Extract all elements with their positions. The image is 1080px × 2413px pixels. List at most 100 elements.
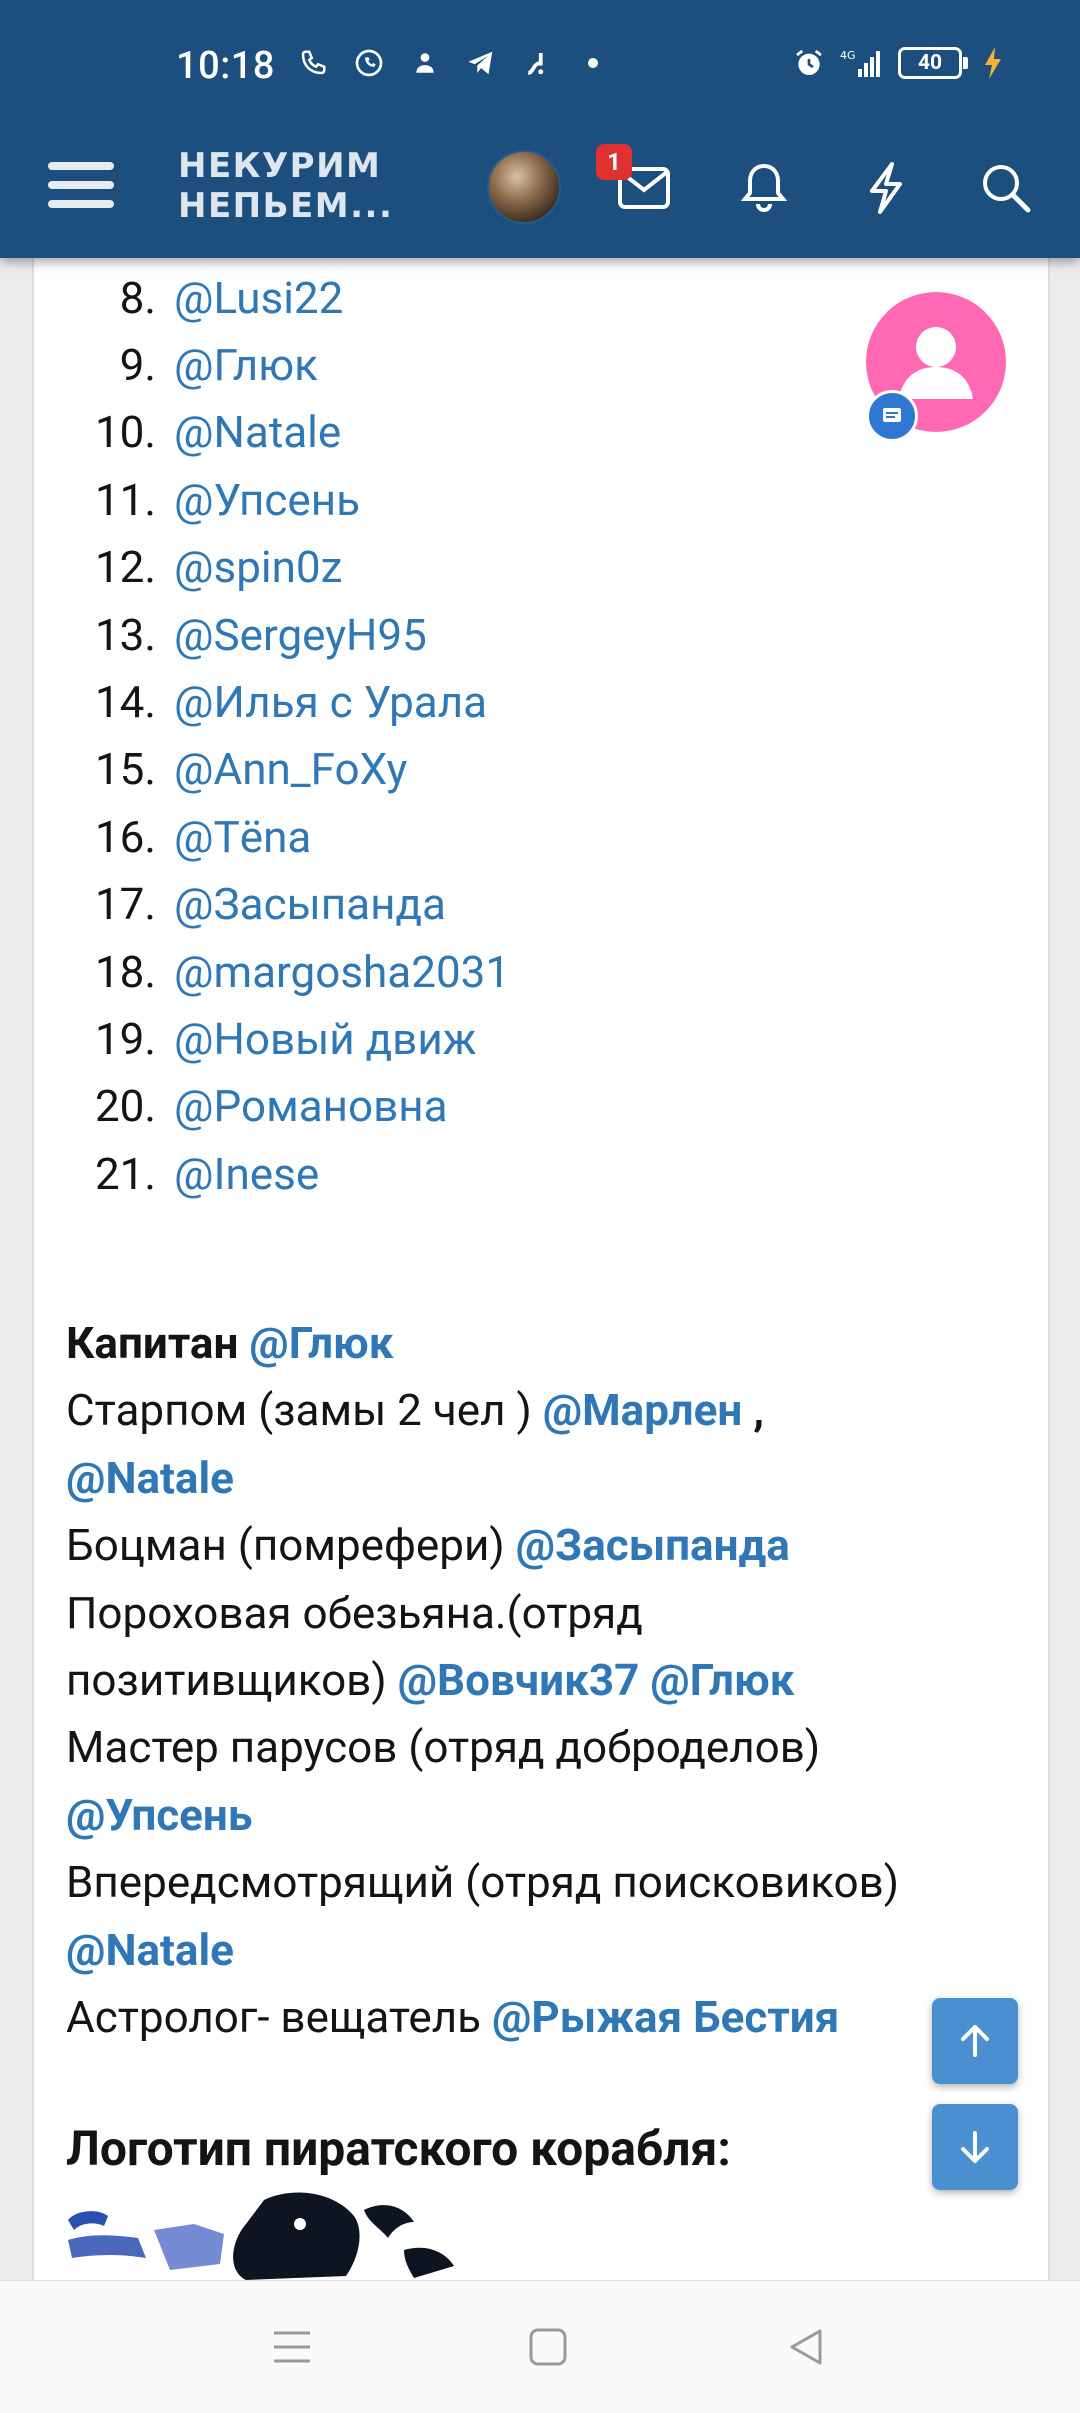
- list-item: 9. @Глюк: [34, 331, 510, 398]
- user-mention[interactable]: @Упсень: [66, 1789, 252, 1841]
- brand-line-1: НЕКУРИМ: [178, 146, 382, 186]
- menu-button[interactable]: [48, 152, 114, 218]
- list-number: 12.: [94, 541, 156, 594]
- alerts-button[interactable]: [734, 158, 794, 218]
- user-mention[interactable]: @Марлен: [543, 1384, 743, 1436]
- user-mention[interactable]: @Новый движ: [174, 1013, 476, 1065]
- search-button[interactable]: [976, 158, 1036, 218]
- list-number: 14.: [94, 676, 156, 729]
- crew-roles: Капитан @Глюк Старпом (замы 2 чел ) @Мар…: [66, 1310, 1026, 2051]
- notification-badge: 1: [596, 144, 632, 180]
- list-number: 9.: [119, 339, 156, 392]
- user-mention[interactable]: @Natale: [174, 406, 341, 458]
- home-button[interactable]: [518, 2317, 578, 2377]
- role-botsman: Боцман (помрефери) @Засыпанда: [66, 1512, 1026, 1579]
- pirate-logo-image[interactable]: [64, 2190, 544, 2282]
- list-item: 17. @Засыпанда: [34, 871, 510, 938]
- scroll-down-button[interactable]: [932, 2104, 1018, 2190]
- role-label: позитивщиков): [66, 1654, 387, 1707]
- user-mention[interactable]: @Засыпанда: [516, 1519, 790, 1571]
- user-mention[interactable]: @spin0z: [174, 541, 342, 593]
- status-bar: 10:18 4G 40: [0, 0, 1080, 130]
- chat-badge[interactable]: [866, 390, 918, 442]
- list-item: 12. @spin0z: [34, 534, 510, 601]
- signal-4g-icon: 4G: [840, 46, 884, 80]
- list-number: 8.: [119, 271, 156, 324]
- user-mention[interactable]: @Илья с Урала: [174, 676, 487, 728]
- list-number: 21.: [94, 1147, 156, 1200]
- user-mention[interactable]: @margosha2031: [174, 946, 510, 998]
- list-number: 10.: [94, 406, 156, 459]
- user-mention[interactable]: @Natale: [66, 1924, 234, 1976]
- person-icon: [408, 46, 442, 80]
- menu-icon: [48, 162, 114, 170]
- arrow-down-icon: [961, 2131, 989, 2163]
- status-system-icons: 4G 40: [792, 46, 1010, 80]
- role-powder-monkey: Пороховая обезьяна.(отряд позитивщиков) …: [66, 1580, 1026, 1715]
- battery-icon: 40: [898, 47, 968, 79]
- post-content: 8. @Lusi22 9. @Глюк 10. @Natale 11. @Упсень …: [32, 240, 1050, 2280]
- role-label: Боцман (помрефери): [66, 1519, 505, 1572]
- flag-alert-icon: [520, 46, 554, 80]
- list-number: 18.: [94, 945, 156, 998]
- user-mention[interactable]: @Вовчик37: [398, 1654, 640, 1706]
- site-logo[interactable]: НЕКУРИМ НЕПЬЕМ...: [178, 146, 398, 226]
- list-item: 20. @Романовна: [34, 1073, 510, 1140]
- home-icon: [529, 2328, 567, 2366]
- user-mention[interactable]: @SergeyH95: [174, 609, 427, 661]
- user-mention[interactable]: @Inese: [174, 1148, 319, 1200]
- back-button[interactable]: [776, 2317, 836, 2377]
- separator: ,: [742, 1384, 765, 1437]
- user-mention[interactable]: @Lusi22: [174, 272, 343, 324]
- scroll-up-button[interactable]: [932, 1998, 1018, 2084]
- list-number: 13.: [94, 608, 156, 661]
- battery-level: 40: [917, 51, 943, 75]
- list-item: 13. @SergeyH95: [34, 601, 510, 668]
- list-number: 19.: [94, 1012, 156, 1065]
- user-mention[interactable]: @Глюк: [174, 339, 318, 391]
- list-item: 15. @Ann_FoXy: [34, 736, 510, 803]
- brand-line-2: НЕПЬЕМ...: [178, 186, 394, 226]
- user-mention[interactable]: @Ann_FoXy: [174, 743, 407, 795]
- role-sails-master: Мастер парусов (отряд доброделов) @Упсен…: [66, 1714, 1026, 1849]
- arrow-up-icon: [961, 2025, 989, 2057]
- search-icon: [983, 165, 1031, 213]
- charging-icon: [976, 46, 1010, 80]
- list-number: 17.: [94, 878, 156, 931]
- forum-top-bar: НЕКУРИМ НЕПЬЕМ... 1: [0, 130, 1080, 258]
- list-item: 18. @margosha2031: [34, 938, 510, 1005]
- list-item: 11. @Упсень: [34, 466, 510, 533]
- role-label: Впередсмотрящий (отряд поисковиков): [66, 1856, 900, 1909]
- recent-apps-icon: [274, 2331, 310, 2363]
- user-mention[interactable]: @Natale: [66, 1452, 234, 1504]
- user-mention[interactable]: @Глюк: [249, 1317, 393, 1369]
- role-label: Пороховая обезьяна.(отряд: [66, 1586, 643, 1639]
- bell-icon: [741, 163, 787, 213]
- user-mention[interactable]: @Романовна: [174, 1080, 448, 1132]
- telegram-icon: [464, 46, 498, 80]
- whats-new-button[interactable]: [856, 158, 916, 218]
- user-mention[interactable]: @Рыжая Бестия: [492, 1991, 839, 2043]
- list-number: 15.: [94, 743, 156, 796]
- role-astrologer: Астролог- вещатель @Рыжая Бестия: [66, 1984, 1026, 2051]
- user-mention[interactable]: @Засыпанда: [174, 878, 446, 930]
- chat-icon: [883, 408, 901, 422]
- member-list: 8. @Lusi22 9. @Глюк 10. @Natale 11. @Упсень …: [34, 264, 510, 1207]
- list-number: 16.: [94, 810, 156, 863]
- user-mention[interactable]: @Упсень: [174, 474, 360, 526]
- user-mention[interactable]: @Tёna: [174, 811, 311, 863]
- list-number: 11.: [94, 473, 156, 526]
- app-header: 10:18 4G 40 НЕКУРИМ НЕПЬЕМ... 1: [0, 0, 1080, 258]
- user-avatar[interactable]: [487, 150, 561, 224]
- list-item: 10. @Natale: [34, 399, 510, 466]
- role-label: Астролог- вещатель: [66, 1991, 482, 2044]
- recent-apps-button[interactable]: [262, 2317, 322, 2377]
- role-captain: Капитан @Глюк: [66, 1310, 1026, 1377]
- menu-icon-line: [48, 200, 114, 208]
- role-starpom: Старпом (замы 2 чел ) @Марлен , @Natale: [66, 1377, 1026, 1512]
- logo-section-title: Логотип пиратского корабля:: [66, 2120, 731, 2177]
- alarm-icon: [792, 46, 826, 80]
- menu-icon-line: [48, 181, 114, 189]
- list-item: 19. @Новый движ: [34, 1005, 510, 1072]
- user-mention[interactable]: @Глюк: [650, 1654, 794, 1706]
